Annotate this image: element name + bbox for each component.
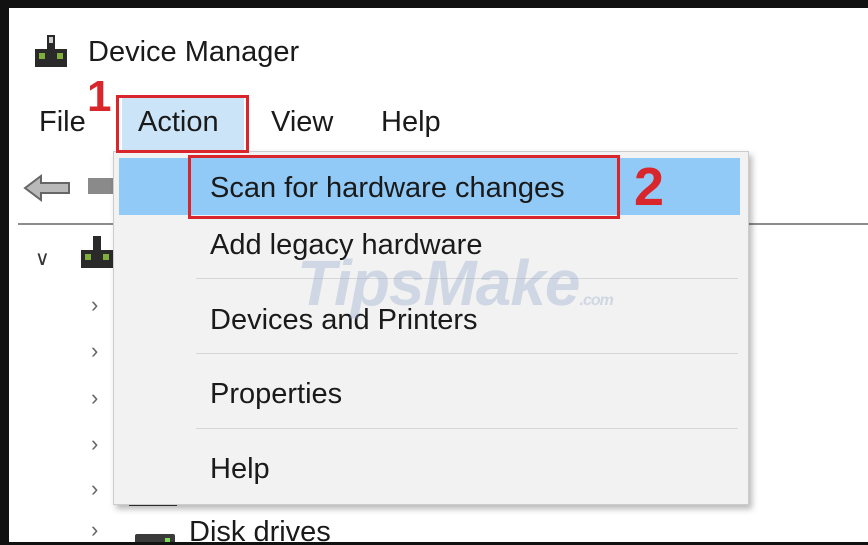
menu-item-help[interactable]: Help	[210, 453, 270, 486]
menu-item-properties[interactable]: Properties	[210, 378, 342, 411]
watermark-text: TipsMake	[297, 247, 580, 319]
menu-file[interactable]: File	[39, 106, 86, 139]
chevron-right-icon[interactable]: ›	[91, 431, 98, 457]
chevron-right-icon[interactable]: ›	[91, 292, 98, 318]
watermark: TipsMake.com	[297, 246, 614, 320]
device-manager-window: Device Manager File Action View Help ∨ ›…	[0, 0, 868, 545]
chevron-right-icon[interactable]: ›	[91, 517, 98, 542]
watermark-suffix: .com	[579, 292, 614, 309]
annotation-box-step-2	[188, 155, 620, 219]
disk-drive-icon	[135, 534, 175, 542]
computer-node-icon[interactable]	[79, 236, 115, 270]
menu-help[interactable]: Help	[381, 106, 441, 139]
chevron-down-icon[interactable]: ∨	[35, 246, 50, 271]
annotation-number-2: 2	[634, 157, 665, 217]
tree-item-disk-drives[interactable]: Disk drives	[189, 516, 331, 542]
annotation-number-1: 1	[87, 72, 112, 121]
annotation-box-step-1	[116, 95, 249, 153]
device-manager-icon	[35, 35, 67, 67]
back-arrow-icon[interactable]	[23, 174, 73, 202]
window-title: Device Manager	[88, 36, 300, 68]
menu-view[interactable]: View	[271, 106, 333, 139]
chevron-right-icon[interactable]: ›	[91, 338, 98, 364]
menu-separator	[196, 353, 738, 354]
menu-separator	[196, 428, 738, 429]
chevron-right-icon[interactable]: ›	[91, 476, 98, 502]
chevron-right-icon[interactable]: ›	[91, 385, 98, 411]
